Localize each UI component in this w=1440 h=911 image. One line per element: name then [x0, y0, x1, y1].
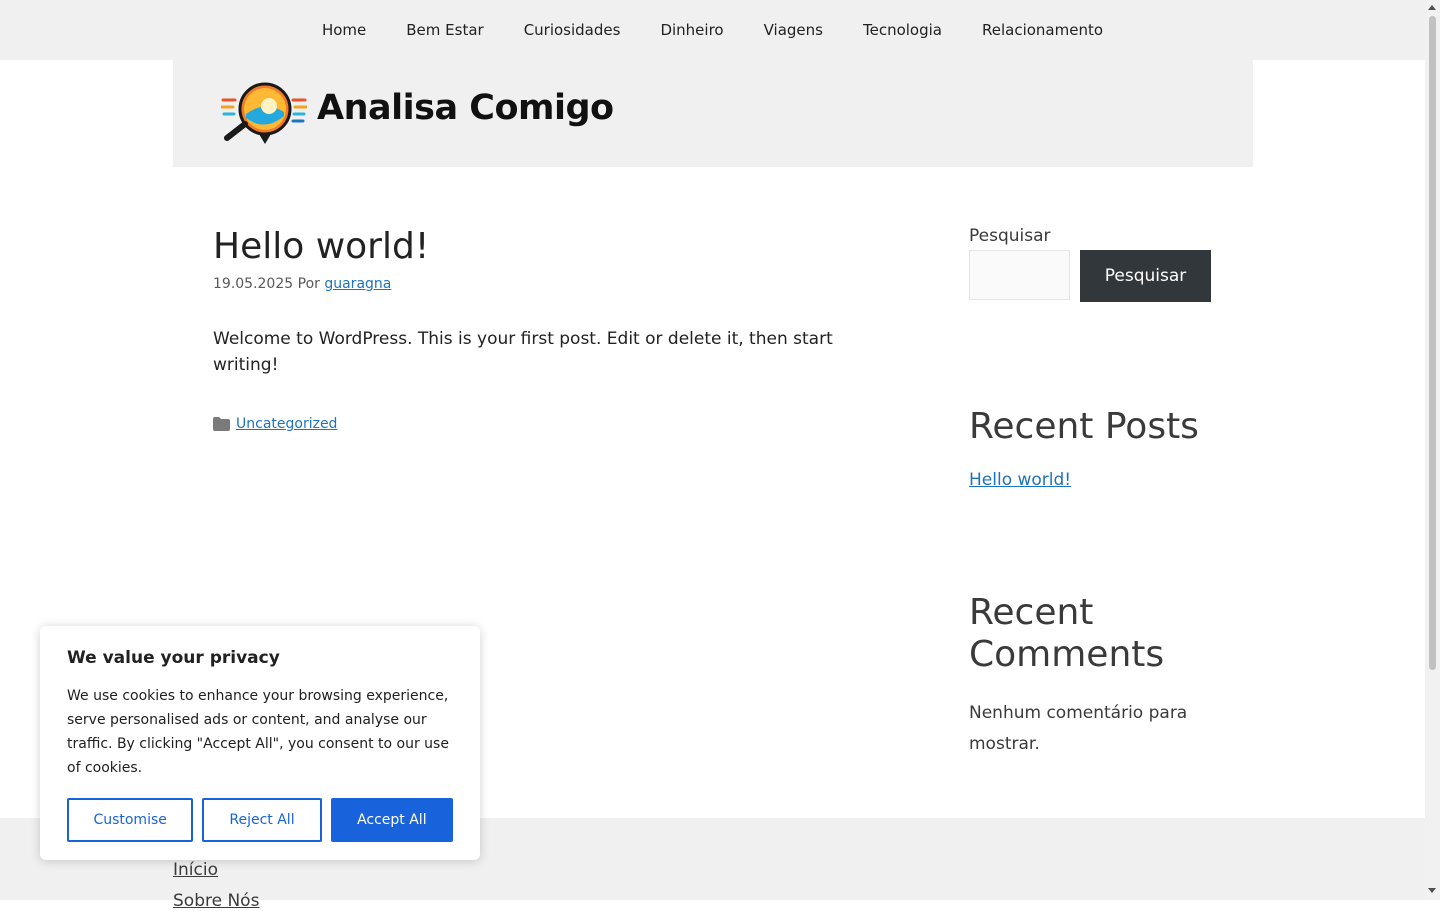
nav-tecnologia[interactable]: Tecnologia — [843, 0, 962, 60]
nav-viagens[interactable]: Viagens — [744, 0, 843, 60]
nav-home[interactable]: Home — [302, 0, 386, 60]
post-date: 19.05.2025 — [213, 276, 294, 292]
sidebar: Pesquisar Pesquisar Recent Posts Hello w… — [969, 226, 1213, 754]
recent-comments-title: Recent Comments — [969, 592, 1165, 675]
footer-link-inicio[interactable]: Início — [173, 860, 218, 880]
recent-comments-widget: Recent Comments Nenhum comentário para m… — [969, 592, 1229, 760]
nav-relacionamento[interactable]: Relacionamento — [962, 0, 1123, 60]
magnifier-logo-icon[interactable] — [221, 82, 307, 146]
scroll-thumb[interactable] — [1429, 16, 1436, 670]
post-meta: 19.05.2025 Por guaragna — [213, 276, 873, 292]
reject-all-button[interactable]: Reject All — [202, 798, 322, 842]
cookie-consent-banner: We value your privacy We use cookies to … — [40, 626, 480, 860]
customise-button[interactable]: Customise — [67, 798, 194, 842]
recent-posts-widget: Recent Posts Hello world! — [969, 406, 1199, 490]
nav-curiosidades[interactable]: Curiosidades — [504, 0, 641, 60]
search-form: Pesquisar — [969, 250, 1213, 302]
post-categories: Uncategorized — [213, 416, 873, 432]
scroll-up-arrow-icon[interactable] — [1428, 5, 1436, 10]
site-title[interactable]: Analisa Comigo — [317, 88, 614, 128]
top-navigation: Home Bem Estar Curiosidades Dinheiro Via… — [0, 0, 1425, 60]
post-title: Hello world! — [213, 226, 430, 267]
post-by-label: Por — [297, 276, 320, 292]
nav-dinheiro[interactable]: Dinheiro — [640, 0, 743, 60]
category-link[interactable]: Uncategorized — [236, 416, 337, 432]
no-comments-text: Nenhum comentário para mostrar. — [969, 703, 1188, 754]
folder-icon — [213, 417, 230, 431]
search-input[interactable] — [969, 250, 1070, 300]
post-content: Welcome to WordPress. This is your first… — [213, 329, 833, 375]
cookie-buttons: Customise Reject All Accept All — [67, 798, 453, 842]
accept-all-button[interactable]: Accept All — [330, 798, 453, 842]
footer-link-sobre-nos[interactable]: Sobre Nós — [173, 891, 259, 911]
scroll-down-arrow-icon[interactable] — [1428, 888, 1436, 893]
recent-posts-title: Recent Posts — [969, 406, 1199, 447]
search-label: Pesquisar — [969, 226, 1051, 246]
page-scrollbar[interactable] — [1425, 0, 1440, 900]
post-article: Hello world! 19.05.2025 Por guaragna Wel… — [213, 222, 873, 432]
post-author-link[interactable]: guaragna — [324, 276, 391, 292]
recent-post-link[interactable]: Hello world! — [969, 470, 1199, 490]
site-header: Analisa Comigo — [173, 60, 1253, 167]
nav-bem-estar[interactable]: Bem Estar — [386, 0, 503, 60]
cookie-text: We use cookies to enhance your browsing … — [67, 688, 449, 776]
cookie-title: We value your privacy — [67, 648, 280, 668]
search-button[interactable]: Pesquisar — [1080, 250, 1211, 302]
